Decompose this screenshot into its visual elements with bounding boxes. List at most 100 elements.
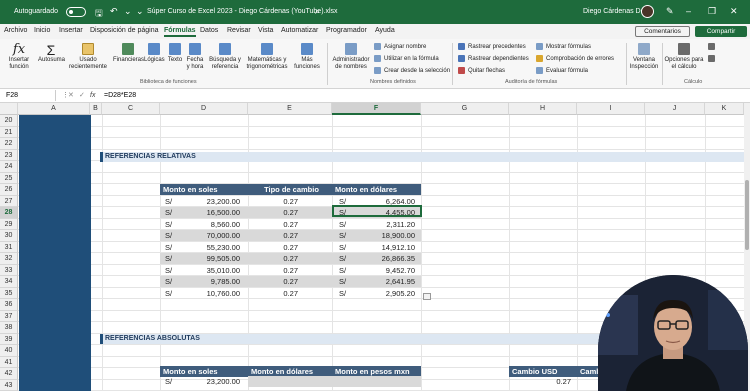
lookup-button[interactable]: Búsqueda y referencia [207,43,243,71]
create-from-selection-button[interactable]: Crear desde la selección [374,67,450,74]
active-cell[interactable] [332,205,422,217]
use-in-formula-button[interactable]: Utilizar en la fórmula [374,55,439,62]
usd-cell[interactable]: 9,452.70 [350,265,415,276]
tab-vista[interactable]: Vista [258,27,273,34]
text-button[interactable]: Texto [166,43,184,64]
chevron-down-icon[interactable]: ⌄ [124,6,132,17]
amount-cell[interactable]: 35,010.00 [180,265,240,276]
tab-revisar[interactable]: Revisar [227,27,251,34]
row-header[interactable]: 40 [0,345,18,357]
search-icon[interactable]: ⌕ [315,6,320,17]
show-formulas-button[interactable]: Mostrar fórmulas [536,43,591,50]
usd-cell[interactable]: 2,905.20 [350,288,415,299]
usd-cell[interactable]: 26,866.35 [350,253,415,264]
row-header[interactable]: 24 [0,161,18,173]
rate-cell[interactable]: 0.27 [509,376,577,387]
row-header[interactable]: 26 [0,184,18,196]
empty-cell[interactable] [332,376,421,387]
row-header[interactable]: 41 [0,356,18,368]
usd-cell[interactable]: 2,311.20 [350,219,415,230]
amount-cell[interactable]: 9,785.00 [180,276,240,287]
name-box[interactable]: F28 [2,90,56,101]
qat-more-icon[interactable]: ⌄ [136,6,144,17]
rate-cell[interactable]: 0.27 [248,219,332,230]
tab-programador[interactable]: Programador [326,27,367,34]
column-header[interactable]: D [160,103,248,115]
calc-now-button[interactable] [708,43,718,50]
amount-cell[interactable]: 99,505.00 [180,253,240,264]
row-header[interactable]: 37 [0,310,18,322]
tab-formulas[interactable]: Fórmulas [164,27,196,37]
column-header[interactable]: E [248,103,332,115]
row-header[interactable]: 34 [0,276,18,288]
amount-cell[interactable]: 10,760.00 [180,288,240,299]
row-header[interactable]: 23 [0,149,18,161]
comments-button[interactable]: Comentarios [635,26,690,37]
row-header[interactable]: 21 [0,126,18,138]
row-header[interactable]: 27 [0,195,18,207]
tab-insertar[interactable]: Insertar [59,27,83,34]
rate-cell[interactable]: 0.27 [248,196,332,207]
currency-cell[interactable]: S/ [165,376,172,387]
rate-cell[interactable]: 0.27 [248,288,332,299]
row-header[interactable]: 20 [0,115,18,127]
usd-cell[interactable]: 2,641.95 [350,276,415,287]
column-header[interactable]: A [18,103,90,115]
amount-cell[interactable]: 8,560.00 [180,219,240,230]
column-header[interactable]: C [102,103,160,115]
table-header[interactable]: Monto en soles [160,184,248,195]
select-all-corner[interactable] [0,103,18,115]
tab-ayuda[interactable]: Ayuda [375,27,395,34]
quick-analysis-button[interactable] [423,293,431,300]
name-manager-button[interactable]: Administrador de nombres [330,43,372,71]
column-header[interactable]: B [90,103,102,115]
rate-cell[interactable]: 0.27 [248,207,332,218]
table-header[interactable]: Tipo de cambio [248,184,332,195]
insert-function-button[interactable]: fx Insertar función [6,43,32,71]
formula-input[interactable]: =D28*E28 [104,90,136,101]
row-header[interactable]: 28 [0,207,18,219]
column-header[interactable]: K [705,103,744,115]
empty-cell[interactable] [248,376,332,387]
amount-cell[interactable]: 70,000.00 [180,230,240,241]
rate-cell[interactable]: 0.27 [248,265,332,276]
autosave-toggle[interactable] [66,7,86,17]
row-header[interactable]: 25 [0,172,18,184]
row-header[interactable]: 33 [0,264,18,276]
trace-precedents-button[interactable]: Rastrear precedentes [458,43,526,50]
calc-sheet-button[interactable] [708,55,718,62]
fx-icon[interactable]: fx [90,90,95,101]
close-icon[interactable]: ✕ [730,6,738,17]
enter-icon[interactable]: ✓ [79,90,85,101]
column-header[interactable]: G [421,103,509,115]
row-header[interactable]: 38 [0,322,18,334]
row-header[interactable]: 36 [0,299,18,311]
calc-options-button[interactable]: Opciones para el cálculo [664,43,704,71]
usd-cell[interactable]: 14,912.10 [350,242,415,253]
more-functions-button[interactable]: Más funciones [292,43,322,71]
rate-cell[interactable]: 0.27 [248,242,332,253]
amount-cell[interactable]: 23,200.00 [185,376,240,387]
amount-cell[interactable]: 23,200.00 [180,196,240,207]
pen-icon[interactable]: ✎ [666,6,674,17]
row-header[interactable]: 30 [0,230,18,242]
column-header[interactable]: H [509,103,577,115]
error-checking-button[interactable]: Comprobación de errores [536,55,614,62]
minimize-icon[interactable]: – [686,6,691,16]
tab-datos[interactable]: Datos [200,27,218,34]
cancel-icon[interactable]: ✕ [68,90,74,101]
logical-button[interactable]: Lógicas [144,43,165,64]
define-name-button[interactable]: Asignar nombre [374,43,426,50]
watch-window-button[interactable]: Ventana Inspección [628,43,660,71]
scrollbar-thumb[interactable] [745,180,749,250]
tab-disposicion[interactable]: Disposición de página [90,27,159,34]
rate-cell[interactable]: 0.27 [248,230,332,241]
column-header[interactable]: I [577,103,645,115]
math-button[interactable]: Matemáticas y trigonométricas [244,43,290,71]
restore-icon[interactable]: ❐ [708,6,716,17]
row-header[interactable]: 32 [0,253,18,265]
recent-button[interactable]: Usado recientemente [68,43,108,71]
tab-archivo[interactable]: Archivo [4,27,27,34]
save-icon[interactable]: 🖫 [95,6,103,22]
row-header[interactable]: 35 [0,287,18,299]
